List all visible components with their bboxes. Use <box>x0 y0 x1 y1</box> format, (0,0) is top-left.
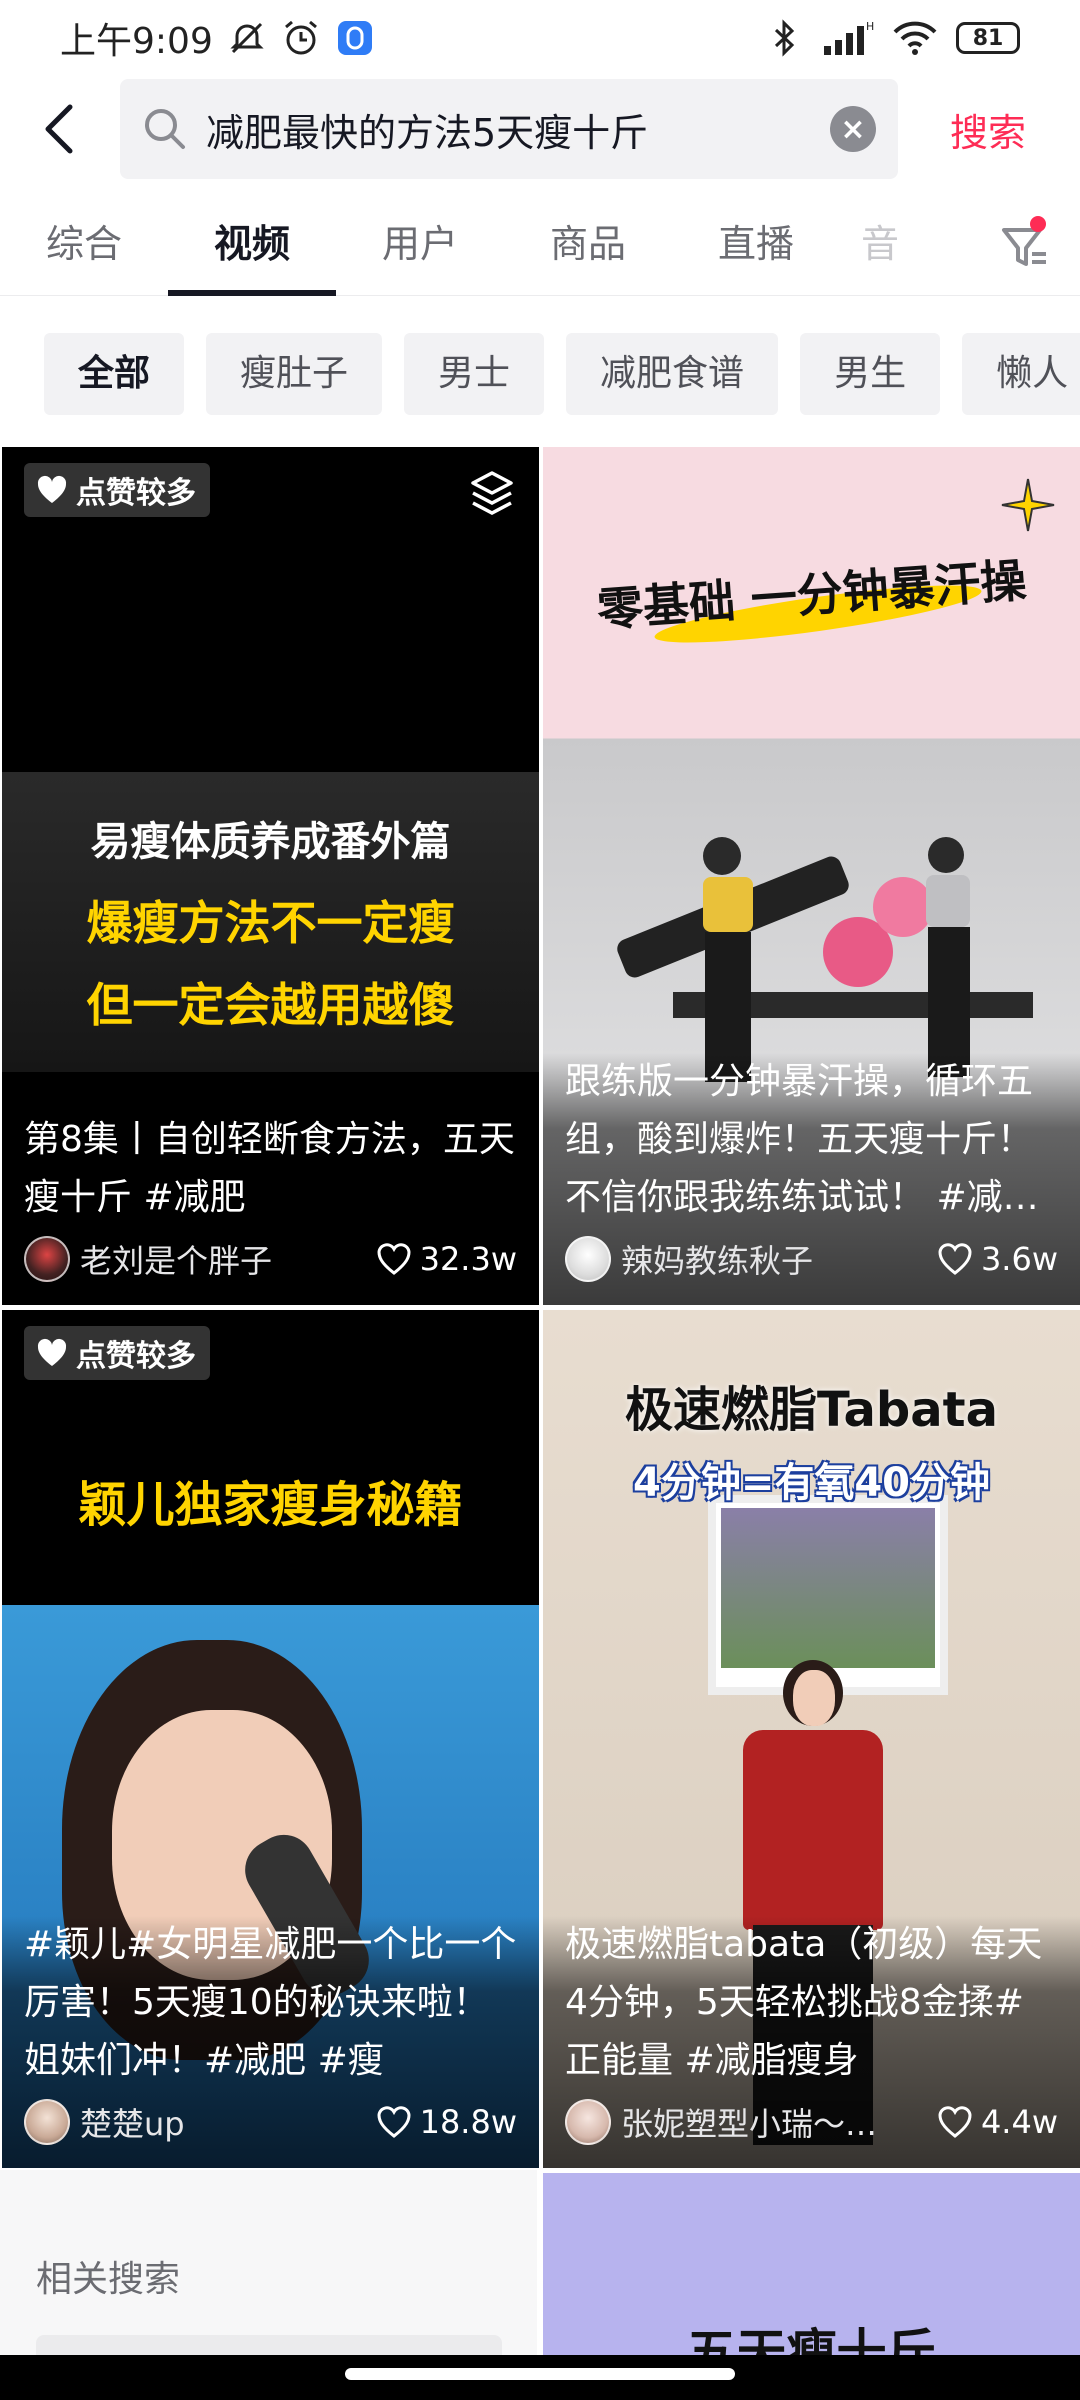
svg-text:HD: HD <box>866 20 874 33</box>
heart-icon <box>37 1338 67 1366</box>
tab-live[interactable]: 直播 <box>672 196 840 296</box>
like-count: 3.6w <box>937 1240 1058 1278</box>
overlay-title-1: 极速燃脂Tabata <box>624 1382 999 1438</box>
tab-comprehensive[interactable]: 综合 <box>0 196 168 296</box>
video-card[interactable]: 极速燃脂Tabata 4分钟=有氧40分钟 极速燃脂tabata（初级）每天4分… <box>543 1310 1080 2168</box>
chip-diet-recipes[interactable]: 减肥食谱 <box>566 333 779 415</box>
tab-products[interactable]: 商品 <box>504 196 672 296</box>
heart-outline-icon <box>377 1243 411 1275</box>
card-info: 第8集丨自创轻断食方法，五天瘦十斤 #减肥 老刘是个胖子 32.3w <box>2 1111 539 1305</box>
avatar[interactable] <box>565 1236 611 1282</box>
home-indicator[interactable] <box>345 2368 735 2380</box>
filter-chips: 全部 瘦肚子 男士 减肥食谱 男生 懒人 <box>0 333 1080 415</box>
status-bar: 上午9:09 HD 81 <box>0 0 1080 76</box>
clear-search-button[interactable]: × <box>830 106 876 152</box>
overlay-title-3: 但一定会越用越傻 <box>86 978 455 1032</box>
heart-outline-icon <box>377 2106 411 2138</box>
mute-icon <box>230 22 264 54</box>
heart-icon <box>37 475 67 503</box>
video-caption: 极速燃脂tabata（初级）每天4分钟，5天轻松挑战8金揉#正能量 #减脂瘦身 <box>565 1924 1043 2081</box>
tab-music[interactable]: 音 <box>840 196 920 296</box>
notification-dot <box>1030 216 1046 232</box>
video-caption: #颖儿#女明星减肥一个比一个厉害！5天瘦10的秘诀来啦！姐妹们冲！#减肥 #瘦 <box>24 1924 517 2081</box>
collection-icon <box>471 471 513 515</box>
author-name[interactable]: 张妮塑型小瑞～… <box>621 2099 925 2145</box>
status-time: 上午9:09 <box>60 21 213 62</box>
chip-boys[interactable]: 男生 <box>800 333 941 415</box>
card-info: 极速燃脂tabata（初级）每天4分钟，5天轻松挑战8金揉#正能量 #减脂瘦身 … <box>543 1916 1080 2168</box>
overlay-title: 颖儿独家瘦身秘籍 <box>78 1477 463 1533</box>
avatar[interactable] <box>24 1236 70 1282</box>
avatar[interactable] <box>565 2099 611 2145</box>
chip-all[interactable]: 全部 <box>44 333 185 415</box>
video-card[interactable]: 五天瘦十斤 <box>543 2173 1080 2373</box>
like-count: 32.3w <box>376 1240 517 1278</box>
overlay-title-2: 4分钟=有氧40分钟 <box>632 1460 990 1506</box>
author-name[interactable]: 楚楚up <box>80 2099 364 2145</box>
video-caption: 跟练版一分钟暴汗操，循环五组，酸到爆炸！五天瘦十斤！不信你跟我练练试试！ #减… <box>565 1061 1039 1218</box>
tab-users[interactable]: 用户 <box>336 196 504 296</box>
author-name[interactable]: 辣妈教练秋子 <box>621 1236 925 1282</box>
tab-video[interactable]: 视频 <box>168 196 336 296</box>
sparkle-icon <box>1001 478 1055 532</box>
author-name[interactable]: 老刘是个胖子 <box>80 1236 364 1282</box>
video-card[interactable]: 易瘦体质养成番外篇 爆瘦方法不一定瘦 但一定会越用越傻 点赞较多 第8集丨自创轻… <box>2 447 539 1305</box>
search-header: 减肥最快的方法5天瘦十斤 × 搜索 <box>0 78 1080 180</box>
overlay-title-2: 爆瘦方法不一定瘦 <box>86 896 455 950</box>
search-button[interactable]: 搜索 <box>898 102 1078 157</box>
filter-button[interactable] <box>990 214 1060 278</box>
like-count: 18.8w <box>376 2103 517 2141</box>
card-info: 跟练版一分钟暴汗操，循环五组，酸到爆炸！五天瘦十斤！不信你跟我练练试试！ #减…… <box>543 1053 1080 1305</box>
video-card[interactable]: 颖儿独家瘦身秘籍 点赞较多 #颖儿#女明星减肥一个比一个厉害！5天瘦10的秘诀来… <box>2 1310 539 2168</box>
bluetooth-icon <box>774 19 795 57</box>
app-notification-icon <box>337 21 372 55</box>
chip-men[interactable]: 男士 <box>404 333 545 415</box>
back-arrow-icon <box>45 104 73 154</box>
popular-badge: 点赞较多 <box>24 463 210 517</box>
popular-badge: 点赞较多 <box>24 1326 210 1380</box>
related-search-title: 相关搜索 <box>36 2259 181 2300</box>
wifi-icon <box>893 21 937 55</box>
search-query: 减肥最快的方法5天瘦十斤 <box>206 110 649 155</box>
overlay-title-1: 易瘦体质养成番外篇 <box>90 819 451 865</box>
video-card[interactable]: 零基础 一分钟暴汗操 跟练版一分钟暴汗操，循环五组，酸到爆炸！五天瘦十斤！不信你… <box>543 447 1080 1305</box>
result-tabs: 综合 视频 用户 商品 直播 音 <box>0 196 1080 296</box>
search-input[interactable]: 减肥最快的方法5天瘦十斤 × <box>120 79 898 179</box>
card-info: #颖儿#女明星减肥一个比一个厉害！5天瘦10的秘诀来啦！姐妹们冲！#减肥 #瘦 … <box>2 1916 539 2168</box>
back-button[interactable] <box>0 78 120 180</box>
signal-icon: HD <box>824 20 874 55</box>
battery-indicator: 81 <box>956 22 1020 54</box>
alarm-icon <box>284 20 317 55</box>
video-caption: 第8集丨自创轻断食方法，五天瘦十斤 #减肥 <box>24 1119 515 1218</box>
like-count: 4.4w <box>937 2103 1058 2141</box>
chip-belly[interactable]: 瘦肚子 <box>206 333 383 415</box>
heart-outline-icon <box>938 1243 972 1275</box>
search-icon <box>145 109 185 149</box>
avatar[interactable] <box>24 2099 70 2145</box>
heart-outline-icon <box>938 2106 972 2138</box>
chip-lazy[interactable]: 懒人 <box>962 333 1080 415</box>
